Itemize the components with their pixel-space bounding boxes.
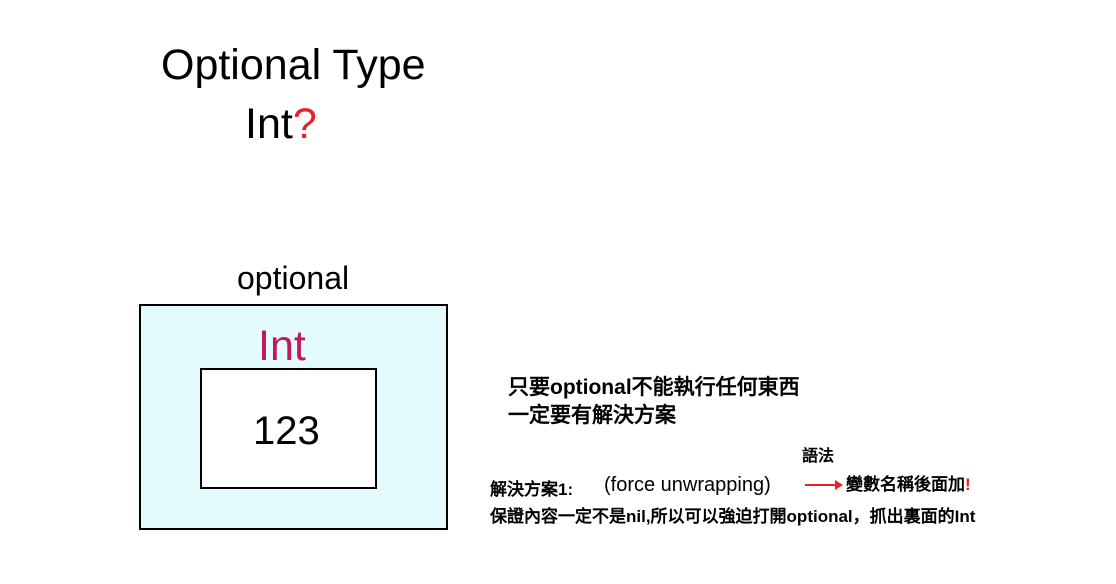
syntax-label: 語法 bbox=[802, 448, 835, 465]
int-value: 123 bbox=[253, 409, 320, 453]
note-line-1: 只要optional不能執行任何東西 bbox=[508, 376, 800, 399]
force-unwrapping-label: (force unwrapping) bbox=[604, 474, 771, 496]
note-line-2: 一定要有解決方案 bbox=[508, 404, 676, 427]
right-arrow-icon bbox=[805, 480, 843, 490]
optional-mark: ? bbox=[292, 100, 317, 148]
subtitle-type: Int bbox=[245, 100, 293, 148]
optional-box-label: optional bbox=[237, 260, 350, 296]
solution-description: 保證內容一定不是nil,所以可以強迫打開optional，抓出裏面的Int bbox=[490, 507, 976, 526]
slide-title: Optional Type bbox=[161, 41, 426, 89]
int-type-label: Int bbox=[258, 322, 306, 370]
solution-label: 解決方案1: bbox=[490, 480, 574, 499]
syntax-rule: 變數名稱後面加! bbox=[846, 473, 971, 497]
syntax-rule-text: 變數名稱後面加 bbox=[846, 475, 965, 494]
force-unwrap-mark: ! bbox=[965, 475, 971, 494]
slide-subtitle: Int? bbox=[245, 98, 317, 150]
